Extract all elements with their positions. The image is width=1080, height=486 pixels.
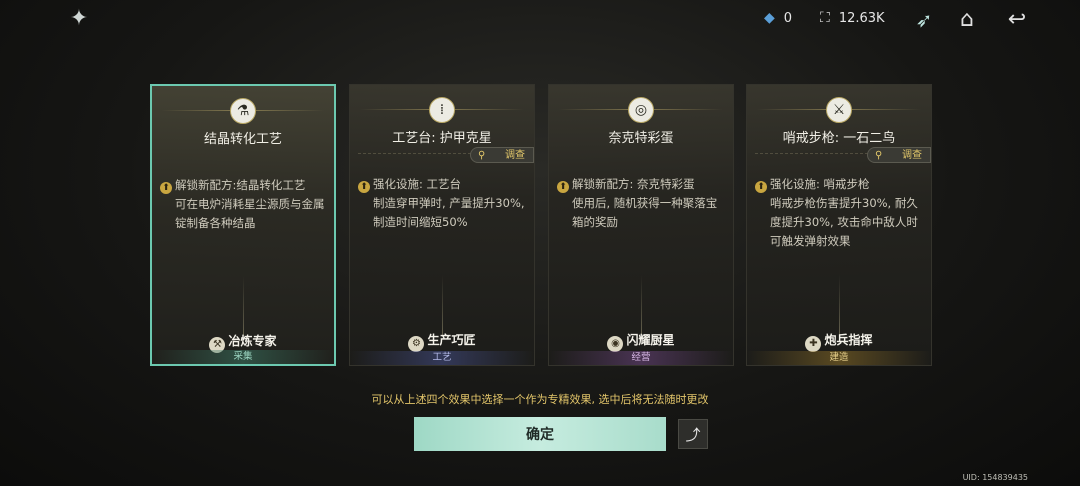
specialization-card-1[interactable]: ⚗ 结晶转化工艺 ⬆ 解锁新配方:结晶转化工艺 可在电炉消耗星尘源质与金属锭制备各… — [150, 84, 336, 366]
specialization-card-2[interactable]: ⁞ 工艺台: 护甲克星 ⚲ 调查 ⬆ 强化设施: 工艺台 制造穿甲弹时, 产量提升3… — [349, 84, 535, 366]
inspect-button[interactable]: ⚲ 调查 — [867, 147, 931, 163]
category-label: 建造 — [747, 351, 931, 365]
desc-rest: 制造穿甲弹时, 产量提升30%, 制造时间缩短50% — [373, 196, 525, 229]
specialization-card-4[interactable]: ⚔ 哨戒步枪: 一石二鸟 ⚲ 调查 ⬆ 强化设施: 哨戒步枪 哨戒步枪伤害提升30%… — [746, 84, 932, 366]
profession-name: 炮兵指挥 — [824, 333, 873, 347]
top-bar: ✦ ◆ 0 ⛶ 12.63K ➶ ⌂ ↩ — [0, 0, 1080, 40]
profession-name: 生产巧匠 — [427, 333, 476, 347]
gem-icon: ◆ — [764, 10, 775, 26]
card-title: 奈克特彩蛋 — [608, 131, 674, 146]
inspect-button[interactable]: ⚲ 调查 — [470, 147, 534, 163]
desc-lead: 强化设施: 工艺台 — [373, 177, 462, 191]
ammo-icon: ⁞ — [429, 97, 455, 123]
selection-hint: 可以从上述四个效果中选择一个作为专精效果, 选中后将无法随时更改 — [371, 393, 709, 406]
card-description: ⬆ 强化设施: 工艺台 制造穿甲弹时, 产量提升30%, 制造时间缩短50% — [358, 175, 526, 232]
bullet-icon: ⬆ — [557, 181, 569, 193]
inspect-label: 调查 — [505, 150, 525, 161]
card-title: 哨戒步枪: 一石二鸟 — [782, 131, 896, 146]
profession-label: ✚ 炮兵指挥 — [747, 331, 931, 352]
capacity-value: 12.63K — [838, 10, 885, 26]
card-description: ⬆ 解锁新配方:结晶转化工艺 可在电炉消耗星尘源质与金属锭制备各种结晶 — [160, 176, 326, 233]
profession-label: ⚙ 生产巧匠 — [350, 331, 534, 352]
specialization-card-3[interactable]: ◎ 奈克特彩蛋 ⬆ 解锁新配方: 奈克特彩蛋 使用后, 随机获得一种聚落宝箱的奖励… — [548, 84, 734, 366]
light-beam — [442, 275, 443, 335]
category-label: 经营 — [549, 351, 733, 365]
desc-lead: 解锁新配方: 奈克特彩蛋 — [572, 177, 695, 191]
bullet-icon: ⬆ — [160, 182, 172, 194]
share-icon[interactable]: ⤴ — [678, 419, 708, 449]
star-emblem-icon[interactable]: ✦ — [66, 6, 92, 32]
profession-name: 闪耀厨星 — [626, 333, 675, 347]
gem-value: 0 — [783, 10, 793, 26]
light-beam — [243, 276, 244, 336]
magnifier-icon: ⚲ — [478, 150, 486, 161]
desc-rest: 使用后, 随机获得一种聚落宝箱的奖励 — [572, 196, 718, 229]
light-beam — [641, 275, 642, 335]
profession-label: ◉ 闪耀厨星 — [549, 331, 733, 352]
magnifier-icon: ⚲ — [875, 150, 883, 161]
gem-counter: ◆ 0 — [764, 10, 792, 26]
desc-rest: 可在电炉消耗星尘源质与金属锭制备各种结晶 — [175, 197, 325, 230]
uid-label: UID: 154839435 — [962, 473, 1028, 482]
desc-lead: 解锁新配方:结晶转化工艺 — [175, 178, 306, 192]
home-icon[interactable]: ⌂ — [953, 6, 981, 34]
category-label: 采集 — [152, 350, 334, 364]
inspect-label: 调查 — [902, 150, 922, 161]
bullet-icon: ⬆ — [358, 181, 370, 193]
card-description: ⬆ 强化设施: 哨戒步枪 哨戒步枪伤害提升30%, 耐久度提升30%, 攻击命中敌… — [755, 175, 923, 251]
turret-icon: ⚔ — [826, 97, 852, 123]
capacity-counter: ⛶ 12.63K — [820, 10, 885, 26]
craftsman-icon: ⚙ — [408, 336, 425, 352]
confirm-button[interactable]: 确定 — [414, 417, 666, 451]
chef-icon: ◉ — [607, 336, 624, 352]
card-description: ⬆ 解锁新配方: 奈克特彩蛋 使用后, 随机获得一种聚落宝箱的奖励 — [557, 175, 725, 232]
card-title: 结晶转化工艺 — [203, 132, 282, 147]
capacity-icon: ⛶ — [820, 10, 830, 26]
bullet-icon: ⬆ — [755, 181, 767, 193]
back-icon[interactable]: ↩ — [1003, 6, 1031, 34]
artillery-icon: ✚ — [805, 336, 822, 352]
dish-icon: ◎ — [628, 97, 654, 123]
smelting-icon: ⚗ — [230, 98, 256, 124]
desc-lead: 强化设施: 哨戒步枪 — [770, 177, 870, 191]
card-title: 工艺台: 护甲克星 — [392, 131, 492, 146]
light-beam — [839, 275, 840, 335]
faction-emblem-icon[interactable]: ➶ — [910, 6, 938, 34]
desc-rest: 哨戒步枪伤害提升30%, 耐久度提升30%, 攻击命中敌人时可触发弹射效果 — [770, 196, 918, 248]
category-label: 工艺 — [350, 351, 534, 365]
profession-name: 冶炼专家 — [228, 334, 277, 348]
